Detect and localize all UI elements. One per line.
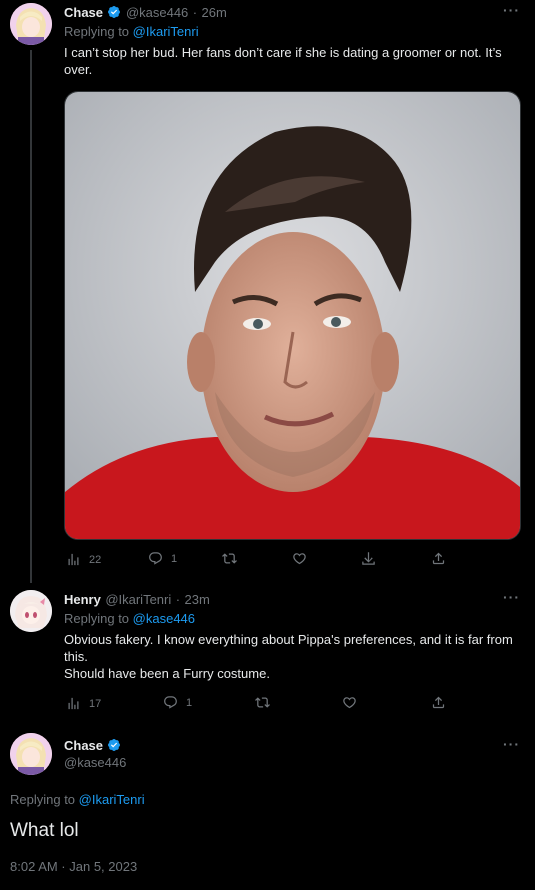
reply-prefix: Replying to (64, 611, 130, 626)
tweet-text-line: Should have been a Furry costume. (64, 666, 270, 681)
author-handle[interactable]: @IkariTenri (105, 592, 171, 607)
author-name[interactable]: Chase (64, 5, 103, 20)
more-options-icon[interactable]: ··· (503, 736, 520, 752)
like-button[interactable] (292, 551, 307, 566)
share-button[interactable] (431, 695, 446, 710)
retweet-button[interactable] (255, 695, 270, 710)
share-button[interactable] (431, 551, 446, 566)
reply-button[interactable]: 1 (163, 695, 192, 710)
author-name[interactable]: Henry (64, 592, 101, 607)
retweet-icon (255, 697, 270, 708)
author-handle[interactable]: @kase446 (64, 755, 126, 770)
reply-count: 1 (171, 552, 178, 565)
replying-to: Replying to @IkariTenri (10, 792, 145, 807)
tweet-time[interactable]: 26m (202, 5, 227, 20)
tweet-timestamp[interactable]: 8:02 AM · Jan 5, 2023 (10, 859, 137, 874)
tweet-text: I can’t stop her bud. Her fans don’t car… (64, 45, 502, 77)
thread-line (30, 50, 32, 583)
reply-icon (164, 696, 177, 709)
share-icon (432, 696, 445, 709)
reply-to-link[interactable]: @IkariTenri (79, 792, 145, 807)
reply-count: 1 (186, 696, 193, 709)
retweet-icon (222, 553, 237, 564)
replying-to: Replying to @IkariTenri (64, 24, 199, 39)
replying-to: Replying to @kase446 (64, 611, 195, 626)
author-name[interactable]: Chase (64, 738, 103, 753)
avatar[interactable] (10, 590, 52, 632)
heart-icon (293, 553, 306, 565)
download-icon (362, 552, 375, 565)
separator-dot: · (192, 5, 198, 20)
anime-avatar-icon (10, 590, 52, 632)
reply-to-link[interactable]: @kase446 (133, 611, 195, 626)
anime-avatar-icon (10, 733, 52, 775)
views-icon (68, 553, 79, 566)
views-button[interactable]: 22 (66, 552, 101, 567)
more-options-icon[interactable]: ··· (503, 589, 520, 605)
tweet-photo[interactable] (64, 91, 521, 540)
views-icon (68, 697, 79, 710)
heart-icon (343, 697, 356, 709)
tweet-text-line: Obvious fakery. I know everything about … (64, 632, 513, 664)
reply-to-link[interactable]: @IkariTenri (133, 24, 199, 39)
reply-prefix: Replying to (64, 24, 130, 39)
share-icon (432, 552, 445, 565)
avatar[interactable] (10, 733, 52, 775)
portrait-image (65, 92, 520, 539)
tweet-time[interactable]: 23m (185, 592, 210, 607)
like-button[interactable] (342, 695, 357, 710)
anime-avatar-icon (10, 3, 52, 45)
verified-badge-icon (108, 6, 121, 18)
verified-badge-icon (108, 739, 121, 751)
bookmark-button[interactable] (361, 551, 376, 566)
reply-icon (149, 552, 162, 565)
reply-button[interactable]: 1 (148, 551, 177, 566)
author-handle[interactable]: @kase446 (126, 5, 188, 20)
views-count: 22 (89, 553, 102, 566)
views-button[interactable]: 17 (66, 696, 101, 711)
tweet-text: Obvious fakery. I know everything about … (64, 631, 519, 682)
separator-dot: · (175, 592, 181, 607)
tweet-text: What lol (10, 820, 79, 841)
avatar[interactable] (10, 3, 52, 45)
reply-prefix: Replying to (10, 792, 76, 807)
views-count: 17 (89, 697, 102, 710)
more-options-icon[interactable]: ··· (503, 2, 520, 18)
retweet-button[interactable] (222, 551, 237, 566)
